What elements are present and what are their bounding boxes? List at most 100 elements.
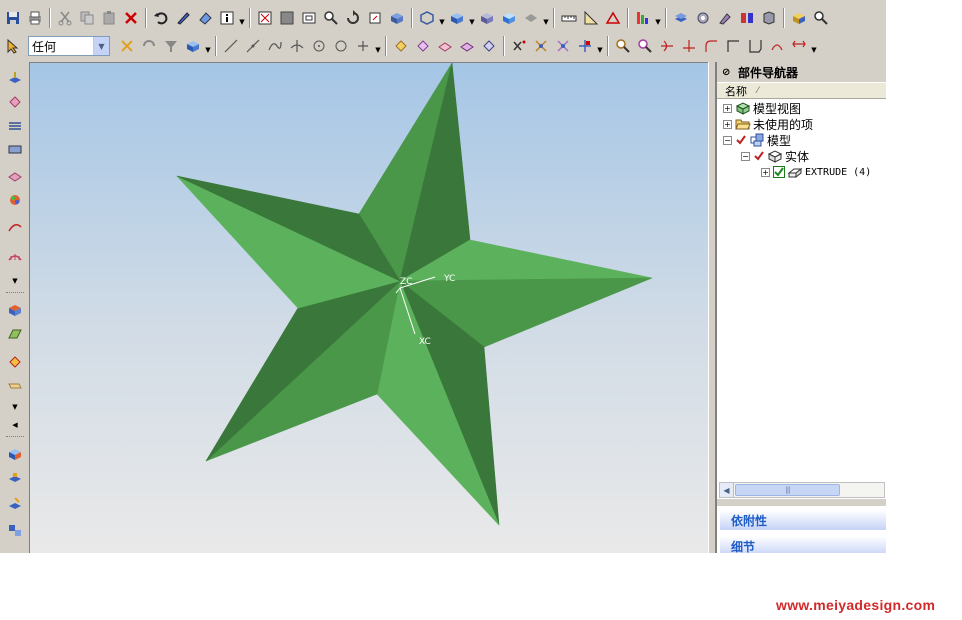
cube-yellow-icon[interactable] xyxy=(788,7,810,29)
dependency-panel-bar[interactable]: 依附性 xyxy=(719,509,886,531)
search-icon[interactable] xyxy=(810,7,832,29)
move-icon[interactable] xyxy=(5,352,25,372)
solid-select-icon[interactable] xyxy=(478,35,500,57)
assembly-mate-icon[interactable] xyxy=(5,468,25,488)
constructor-dropdown-icon[interactable]: ▼ xyxy=(596,35,604,57)
filter-icon[interactable] xyxy=(160,35,182,57)
edges-icon[interactable] xyxy=(520,7,542,29)
tree-item-extrude[interactable]: + EXTRUDE (4) xyxy=(761,164,871,180)
dimension-icon[interactable] xyxy=(788,35,810,57)
zoom-window-icon[interactable] xyxy=(298,7,320,29)
circle-icon[interactable] xyxy=(330,35,352,57)
measure-angle-icon[interactable] xyxy=(580,7,602,29)
color-icon[interactable] xyxy=(632,7,654,29)
zoom-icon[interactable] xyxy=(320,7,342,29)
line-icon[interactable] xyxy=(220,35,242,57)
paste-icon[interactable] xyxy=(98,7,120,29)
toolbar-grip[interactable] xyxy=(6,292,24,294)
shaded-dropdown-icon[interactable]: ▼ xyxy=(468,7,476,29)
corner-icon[interactable] xyxy=(722,35,744,57)
assembly-add-icon[interactable] xyxy=(5,444,25,464)
pin-icon[interactable]: ⊘ xyxy=(722,67,734,78)
snap-x-icon[interactable] xyxy=(508,35,530,57)
info-icon[interactable] xyxy=(216,7,238,29)
expand-icon[interactable]: + xyxy=(723,119,732,129)
assembly-component-icon[interactable] xyxy=(5,520,25,540)
toolbar-grip[interactable] xyxy=(6,436,24,438)
crosshair-icon[interactable] xyxy=(352,35,374,57)
trim-icon[interactable] xyxy=(656,35,678,57)
zoom-box-icon[interactable] xyxy=(276,7,298,29)
sketch-dropdown-icon[interactable]: ▼ xyxy=(810,35,818,57)
expand-icon[interactable]: + xyxy=(723,103,732,113)
tube-icon[interactable] xyxy=(5,139,25,159)
color-dropdown-icon[interactable]: ▼ xyxy=(654,7,662,29)
checkmark-icon[interactable] xyxy=(753,150,765,162)
detail-panel-bar[interactable]: 细节 xyxy=(719,535,886,553)
cut-icon[interactable] xyxy=(54,7,76,29)
analysis-icon[interactable] xyxy=(602,7,624,29)
extend-icon[interactable] xyxy=(678,35,700,57)
wireframe-icon[interactable] xyxy=(476,7,498,29)
scroll-left-icon[interactable]: ◀ xyxy=(720,483,734,497)
center-point-icon[interactable] xyxy=(308,35,330,57)
chevron-down-icon[interactable]: ▼ xyxy=(93,37,109,55)
face-select-icon[interactable] xyxy=(390,35,412,57)
shaded-icon[interactable] xyxy=(446,7,468,29)
panel-splitter[interactable] xyxy=(717,499,886,506)
snap-dropdown-icon[interactable]: ▼ xyxy=(374,35,382,57)
assembly-icon[interactable] xyxy=(736,7,758,29)
checkbox-checked-icon[interactable] xyxy=(773,166,785,178)
transform-dropdown-icon[interactable]: ▼ xyxy=(10,402,20,412)
vector-constructor-icon[interactable] xyxy=(552,35,574,57)
extrude-icon[interactable] xyxy=(5,68,25,88)
delete-icon[interactable] xyxy=(120,7,142,29)
tree-item-body[interactable]: − 实体 xyxy=(741,148,809,164)
edges-dropdown-icon[interactable]: ▼ xyxy=(542,7,550,29)
edge-select-icon[interactable] xyxy=(456,35,478,57)
orient-view-icon[interactable] xyxy=(416,7,438,29)
fillet-icon[interactable] xyxy=(700,35,722,57)
revolve-icon[interactable] xyxy=(5,92,25,112)
sheet-select-icon[interactable] xyxy=(434,35,456,57)
layer-icon[interactable] xyxy=(670,7,692,29)
offset-icon[interactable] xyxy=(744,35,766,57)
body-select-dropdown-icon[interactable]: ▼ xyxy=(204,35,212,57)
type-filter-select[interactable]: 任何 ▼ xyxy=(28,36,110,56)
feature-select-icon[interactable] xyxy=(412,35,434,57)
collapse-icon[interactable]: − xyxy=(723,135,732,145)
copy-icon[interactable] xyxy=(76,7,98,29)
checkmark-icon[interactable] xyxy=(735,134,747,146)
plane-constructor-icon[interactable] xyxy=(574,35,596,57)
edit-object-icon[interactable] xyxy=(172,7,194,29)
point-constructor-icon[interactable] xyxy=(530,35,552,57)
brush-icon[interactable] xyxy=(714,7,736,29)
render-icon[interactable] xyxy=(498,7,520,29)
print-icon[interactable] xyxy=(24,7,46,29)
mirror-icon[interactable] xyxy=(766,35,788,57)
extrude-solid[interactable] xyxy=(176,63,653,526)
tools-icon[interactable] xyxy=(692,7,714,29)
sheet-icon[interactable] xyxy=(5,324,25,344)
deselect-icon[interactable] xyxy=(138,35,160,57)
chamfer-icon[interactable] xyxy=(5,246,25,266)
scroll-thumb[interactable]: ||| xyxy=(735,484,840,496)
pan-icon[interactable] xyxy=(364,7,386,29)
tree-item-model-views[interactable]: + 模型视图 xyxy=(723,100,801,116)
part-icon[interactable] xyxy=(758,7,780,29)
resource-bar-splitter[interactable] xyxy=(708,62,716,553)
measure-distance-icon[interactable] xyxy=(558,7,580,29)
name-column-header[interactable]: 名称 ⁄ xyxy=(717,83,886,99)
collapse-icon[interactable]: − xyxy=(741,151,750,161)
undo-icon[interactable] xyxy=(150,7,172,29)
graphics-viewport[interactable]: ZC YC XC xyxy=(30,62,708,553)
eraser-icon[interactable] xyxy=(194,7,216,29)
assembly-explode-icon[interactable] xyxy=(5,494,25,514)
tree-item-unused-items[interactable]: + 未使用的项 xyxy=(723,116,813,132)
left-arrow-icon[interactable]: ◀ xyxy=(10,420,20,430)
boss-icon[interactable] xyxy=(5,190,25,210)
view-cube-icon[interactable] xyxy=(386,7,408,29)
transform-icon[interactable] xyxy=(5,376,25,396)
curve-icon[interactable] xyxy=(264,35,286,57)
orient-dropdown-icon[interactable]: ▼ xyxy=(438,7,446,29)
